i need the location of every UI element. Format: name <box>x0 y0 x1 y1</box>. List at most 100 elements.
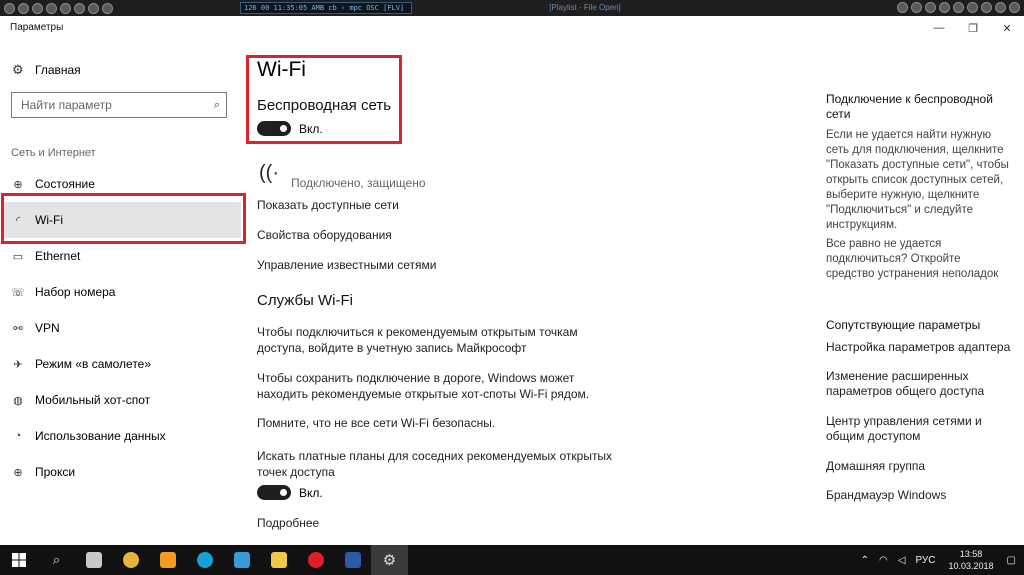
taskbar-app[interactable] <box>297 545 334 575</box>
close-button[interactable]: ✕ <box>990 16 1024 40</box>
link-text: общим доступом <box>826 429 921 443</box>
player-button[interactable] <box>18 2 29 14</box>
player-button[interactable] <box>46 2 57 14</box>
sidebar-item-label: VPN <box>35 321 60 335</box>
player-button[interactable] <box>74 2 85 14</box>
system-tray: ⌃ ◠ ◁ РУС 13:58 10.03.2018 ▢ <box>856 545 1024 575</box>
show-networks-link[interactable]: Показать доступные сети <box>257 198 399 212</box>
sidebar: ⚙ Главная ⌕ Сеть и Интернет ⊕ Состояние … <box>0 40 248 545</box>
notifications-icon[interactable]: ▢ <box>1007 555 1016 566</box>
services-para-3: Помните, что не все сети Wi-Fi безопасны… <box>257 416 496 430</box>
firewall-link[interactable]: Брандмауэр Windows <box>826 488 946 503</box>
taskbar-settings[interactable]: ⚙ <box>371 545 408 575</box>
services-para-2: Чтобы сохранить подключение в дороге, Wi… <box>257 370 589 402</box>
minimize-button[interactable]: — <box>922 16 956 40</box>
proxy-icon: ⊕ <box>13 466 23 479</box>
advanced-sharing-link[interactable]: Изменение расширенных параметров общего … <box>826 369 984 399</box>
more-info-link[interactable]: Подробнее <box>257 516 319 530</box>
adapter-options-link[interactable]: Настройка параметров адаптера <box>826 340 1010 355</box>
player-button[interactable] <box>102 2 113 14</box>
opera-icon <box>307 552 324 568</box>
windows-logo-icon <box>12 553 26 567</box>
language-indicator[interactable]: РУС <box>915 555 935 566</box>
player-button[interactable] <box>60 2 71 14</box>
text-line: "Подключиться" и следуйте <box>826 204 974 216</box>
section-title: Сеть и Интернет <box>11 147 96 159</box>
text-line: Все равно не удается <box>826 238 942 250</box>
taskbar-app[interactable] <box>112 545 149 575</box>
search-icon[interactable]: ⌕ <box>214 99 220 112</box>
network-item[interactable]: ((· <box>259 162 279 185</box>
player-button[interactable] <box>981 2 992 13</box>
sidebar-item-proxy[interactable]: ⊕ Прокси <box>0 454 248 490</box>
taskbar-app[interactable] <box>223 545 260 575</box>
home-link[interactable]: ⚙ Главная <box>12 62 81 78</box>
player-button[interactable] <box>4 2 15 14</box>
search-taskbar-button[interactable]: ⌕ <box>38 545 75 575</box>
text-line: выберите нужную, щелкните <box>826 189 980 201</box>
hardware-properties-link[interactable]: Свойства оборудования <box>257 228 392 242</box>
homegroup-link[interactable]: Домашняя группа <box>826 459 925 474</box>
sidebar-item-vpn[interactable]: ⚯ VPN <box>0 310 248 346</box>
text-line: находить рекомендуемые открытые хот-спот… <box>257 387 590 401</box>
start-button[interactable] <box>0 545 38 575</box>
taskbar-app[interactable] <box>260 545 297 575</box>
media-player-strip: 126 00 11:35:05 AMB cb ‹ mpc OSC [FLV] [… <box>0 0 1024 16</box>
player-button[interactable] <box>32 2 43 14</box>
hotspot-icon: ◍ <box>13 394 23 407</box>
sidebar-item-airplane[interactable]: ✈ Режим «в самолете» <box>0 346 248 382</box>
airplane-icon: ✈ <box>13 358 23 371</box>
home-label: Главная <box>35 63 81 77</box>
player-button[interactable] <box>897 2 908 13</box>
clock[interactable]: 13:58 10.03.2018 <box>949 548 994 572</box>
search-box[interactable]: ⌕ <box>11 92 227 118</box>
player-button[interactable] <box>88 2 99 14</box>
gear-icon: ⚙ <box>382 552 397 569</box>
troubleshoot-text: Все равно не удается подключиться? Откро… <box>826 237 1016 282</box>
player-button[interactable] <box>925 2 936 13</box>
globe-icon: ⊕ <box>13 178 23 191</box>
player-button[interactable] <box>911 2 922 13</box>
sidebar-item-data-usage[interactable]: ◔ Использование данных <box>0 418 248 454</box>
help-heading: Подключение к беспроводной сети <box>826 92 1016 122</box>
network-center-link[interactable]: Центр управления сетями и общим доступом <box>826 414 982 444</box>
services-para-1: Чтобы подключиться к рекомендуемым откры… <box>257 324 578 356</box>
volume-icon[interactable]: ◁ <box>898 555 906 566</box>
taskbar-app[interactable] <box>334 545 371 575</box>
services-para-4: Искать платные планы для соседних рекоме… <box>257 448 612 480</box>
sidebar-item-hotspot[interactable]: ◍ Мобильный хот-спот <box>0 382 248 418</box>
taskbar-app[interactable] <box>149 545 186 575</box>
window-title: Параметры <box>10 22 64 33</box>
player-buttons <box>0 2 113 14</box>
taskbar-app[interactable] <box>75 545 112 575</box>
link-text: Настройка параметров адаптера <box>826 340 1011 354</box>
link-text: Изменение расширенных <box>826 369 969 383</box>
link-text: Домашняя группа <box>826 459 926 473</box>
player-button[interactable] <box>939 2 950 13</box>
chevron-up-icon[interactable]: ⌃ <box>861 555 869 566</box>
player-button[interactable] <box>967 2 978 13</box>
manage-known-networks-link[interactable]: Управление известными сетями <box>257 258 436 272</box>
maximize-button[interactable]: ❐ <box>956 16 990 40</box>
text-line: подключиться? Откройте <box>826 253 961 265</box>
player-button[interactable] <box>953 2 964 13</box>
taskbar-app[interactable] <box>186 545 223 575</box>
search-input[interactable] <box>21 98 214 112</box>
text-line: "Показать доступные сети", чтобы <box>826 159 1009 171</box>
sidebar-item-label: Ethernet <box>35 249 81 263</box>
gear-icon: ⚙ <box>12 62 24 77</box>
window-controls: — ❐ ✕ <box>922 16 1024 40</box>
sidebar-item-dialup[interactable]: ☏ Набор номера <box>0 274 248 310</box>
player-button[interactable] <box>1009 2 1020 13</box>
file-explorer-icon <box>270 552 287 568</box>
player-button[interactable] <box>995 2 1006 13</box>
highlight-box-wifi-nav <box>1 193 246 244</box>
link-text: Брандмауэр Windows <box>826 488 947 502</box>
text-line: открыть список доступных сетей, <box>826 174 1004 186</box>
sidebar-item-label: Использование данных <box>35 429 166 443</box>
troubleshooter-link[interactable]: средство устранения неполадок <box>826 267 1016 282</box>
network-tray-icon[interactable]: ◠ <box>879 555 888 566</box>
paid-plans-toggle[interactable] <box>257 485 291 500</box>
paint-app-icon <box>85 552 102 568</box>
highlight-box-wifi-header <box>246 55 402 144</box>
